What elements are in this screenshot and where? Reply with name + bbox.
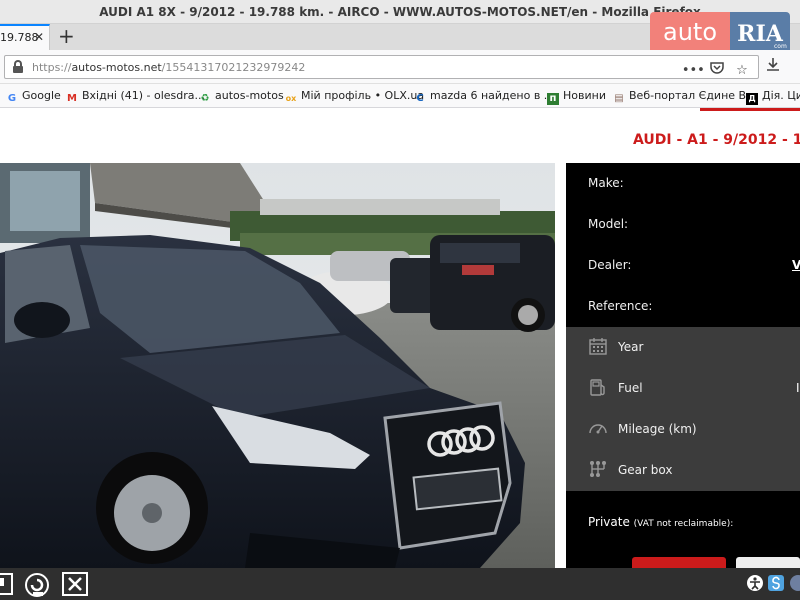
dealer-label: Dealer: xyxy=(588,258,632,272)
page-actions-icon[interactable]: ••• xyxy=(682,63,705,78)
private-label: Private xyxy=(588,515,630,529)
bookmark-mazda[interactable]: Cmazda 6 найдено в ... xyxy=(414,89,554,105)
url-text[interactable]: https://autos-motos.net/1554131702123297… xyxy=(32,61,305,74)
listing-title: AUDI - A1 - 9/2012 - 19.78 xyxy=(633,132,800,148)
bookmark-portal[interactable]: ▤ Веб-портал Єдине В... xyxy=(613,89,757,105)
secondary-button[interactable] xyxy=(736,557,800,568)
reference-label: Reference: xyxy=(588,299,653,313)
make-label: Make: xyxy=(588,176,624,190)
recycle-icon: ♻ xyxy=(200,93,210,104)
gearbox-label: Gear box xyxy=(618,463,673,477)
tab-close-icon[interactable]: ✕ xyxy=(34,30,44,44)
spec-row-model: Model: xyxy=(566,204,800,245)
pocket-icon[interactable] xyxy=(707,62,727,78)
tray-accessibility-icon[interactable] xyxy=(747,575,763,591)
spec-row-year: Year xyxy=(566,327,800,368)
download-icon[interactable] xyxy=(766,58,780,75)
bookmark-label: Новини xyxy=(563,89,606,102)
bookmark-star-icon[interactable]: ☆ xyxy=(732,63,752,78)
tab-label: 19.788 xyxy=(0,31,39,44)
os-taskbar xyxy=(0,568,800,600)
url-bar[interactable]: https://autos-motos.net/1554131702123297… xyxy=(4,55,759,79)
logo-auto-text: auto xyxy=(650,12,730,54)
spec-panel: Make: Model: Dealer: V Reference: Year F… xyxy=(566,163,800,568)
spec-row-gearbox: Gear box xyxy=(566,450,800,491)
autoria-logo: auto RIA com xyxy=(650,12,790,54)
page-content: AUDI - A1 - 9/2012 - 19.78 xyxy=(0,108,800,568)
bookmark-label: Мій профіль • OLX.ua xyxy=(301,89,425,102)
taskbar-app-icon[interactable] xyxy=(0,572,14,596)
dealer-link[interactable]: V xyxy=(792,258,800,272)
bookmark-google[interactable]: G Google xyxy=(6,89,61,105)
vat-note: (VAT not reclaimable): xyxy=(633,519,734,529)
c-icon: C xyxy=(416,93,424,104)
tab-audi-a1[interactable]: 19.788 ✕ xyxy=(0,24,50,50)
google-icon: G xyxy=(7,93,17,104)
lock-icon[interactable] xyxy=(13,60,23,74)
portal-icon: ▤ xyxy=(614,93,624,104)
bookmark-gmail[interactable]: M Вхідні (41) - olesdra... xyxy=(66,89,205,105)
url-scheme: https:// xyxy=(32,61,72,74)
taskbar-close-window-icon[interactable] xyxy=(62,572,88,596)
fuel-value: I xyxy=(796,381,800,395)
news-icon: п xyxy=(547,93,559,105)
spec-row-dealer: Dealer: V xyxy=(566,245,800,286)
car-photo-image xyxy=(0,163,555,568)
gmail-icon: M xyxy=(67,93,77,104)
url-host: autos-motos.net xyxy=(71,61,162,74)
bookmark-label: mazda 6 найдено в ... xyxy=(430,89,555,102)
spec-row-mileage: Mileage (km) xyxy=(566,409,800,450)
bookmark-autos-motos[interactable]: ♻ autos-motos xyxy=(199,89,284,105)
bookmark-label: Дія. Циф xyxy=(762,89,800,102)
bookmark-label: Вхідні (41) - olesdra... xyxy=(82,89,206,102)
model-label: Model: xyxy=(588,217,629,231)
taskbar-firefox-icon[interactable] xyxy=(24,572,49,597)
speedometer-icon xyxy=(588,418,610,440)
bookmarks-toolbar: G Google M Вхідні (41) - olesdra... ♻ autos… xyxy=(0,84,800,108)
fuel-label: Fuel xyxy=(618,381,643,395)
navigation-bar: https://autos-motos.net/1554131702123297… xyxy=(0,50,800,84)
url-path: /15541317021232979242 xyxy=(161,61,306,74)
bookmark-diia[interactable]: Д Дія. Циф xyxy=(746,89,800,105)
calendar-icon xyxy=(588,336,610,358)
contact-button[interactable] xyxy=(632,557,726,568)
spec-row-reference: Reference: xyxy=(566,286,800,327)
mileage-label: Mileage (km) xyxy=(618,422,697,436)
bookmark-label: Google xyxy=(22,89,61,102)
private-price-label: Private (VAT not reclaimable): xyxy=(588,515,733,529)
bookmark-news[interactable]: п Новини xyxy=(547,89,606,105)
diia-icon: Д xyxy=(746,93,758,105)
tray-network-icon[interactable] xyxy=(790,575,800,591)
olx-icon: ox xyxy=(285,94,297,103)
year-label: Year xyxy=(618,340,644,354)
new-tab-button[interactable]: + xyxy=(58,25,75,47)
spec-row-make: Make: xyxy=(566,163,800,204)
toolbar-right xyxy=(766,57,790,75)
fuel-pump-icon xyxy=(588,377,610,399)
bookmark-label: Веб-портал Єдине В... xyxy=(629,89,757,102)
header-accent-line xyxy=(700,108,800,111)
spec-row-fuel: Fuel I xyxy=(566,368,800,409)
gearbox-icon xyxy=(588,459,610,481)
tray-skype-icon[interactable] xyxy=(768,575,784,591)
bookmark-label: autos-motos xyxy=(215,89,284,102)
bookmark-olx[interactable]: ox Мій профіль • OLX.ua xyxy=(285,89,424,105)
logo-com-text: com xyxy=(774,43,787,50)
car-photo[interactable] xyxy=(0,163,555,568)
